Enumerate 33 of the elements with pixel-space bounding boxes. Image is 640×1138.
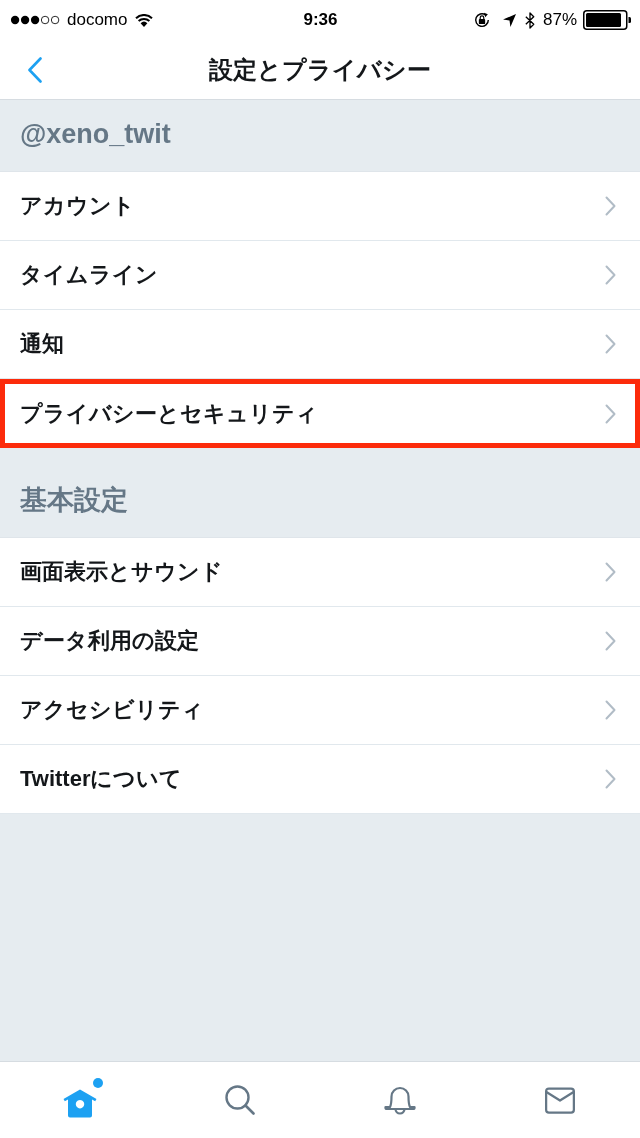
chevron-right-icon [605,265,616,285]
settings-row[interactable]: Twitterについて [0,745,640,814]
chevron-right-icon [605,700,616,720]
bell-icon [384,1084,416,1116]
search-icon [225,1085,255,1115]
chevron-right-icon [605,334,616,354]
back-chevron-icon [28,56,42,83]
wifi-icon [135,13,154,27]
rotation-lock-icon [472,11,491,29]
battery-icon [583,10,631,30]
clock-time: 9:36 [303,10,338,30]
chevron-right-icon [605,196,616,216]
section-title: 基本設定 [20,484,128,516]
chevron-right-icon [605,562,616,582]
carrier-name: docomo [67,10,128,30]
settings-row[interactable]: 画面表示とサウンド [0,538,640,607]
settings-row[interactable]: アカウント [0,172,640,241]
settings-row[interactable]: 通知 [0,310,640,379]
signal-strength-icon [10,15,61,25]
battery-percentage: 87% [542,10,577,30]
envelope-icon [545,1086,575,1114]
screen-title: 設定とプライバシー [209,54,431,85]
bluetooth-icon [524,10,535,30]
settings-row[interactable]: タイムライン [0,241,640,310]
chevron-right-icon [605,403,616,424]
location-arrow-icon [502,13,516,27]
birdhouse-icon [63,1088,97,1118]
section-title: @xeno_twit [20,118,171,150]
settings-row[interactable]: アクセシビリティ [0,676,640,745]
chevron-right-icon [605,769,616,789]
chevron-right-icon [605,631,616,651]
settings-row[interactable]: データ利用の設定 [0,607,640,676]
settings-row[interactable]: プライバシーとセキュリティ [0,379,640,448]
